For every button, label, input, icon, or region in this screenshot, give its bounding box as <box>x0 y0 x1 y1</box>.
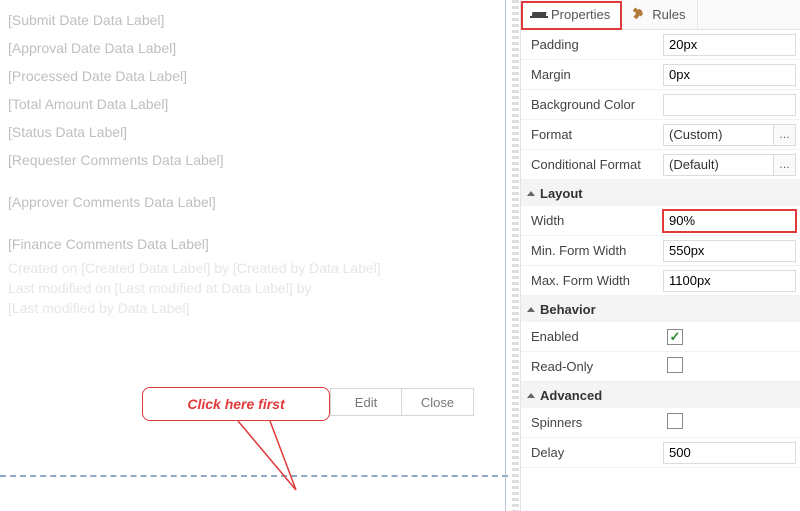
prop-row-maxwidth: Max. Form Width <box>521 266 800 296</box>
tab-label: Properties <box>551 7 610 22</box>
prop-label: Min. Form Width <box>521 243 663 258</box>
chevron-up-icon <box>527 307 535 312</box>
meta-created: Created on [Created Data Label] by [Crea… <box>8 258 484 278</box>
data-label[interactable]: [Requester Comments Data Label] <box>8 146 484 174</box>
prop-label: Enabled <box>521 329 663 344</box>
prop-label: Max. Form Width <box>521 273 663 288</box>
chevron-up-icon <box>527 191 535 196</box>
annotation-callout: Click here first <box>142 387 330 421</box>
prop-row-condformat: Conditional Format (Default) … <box>521 150 800 180</box>
data-label[interactable]: [Approver Comments Data Label] <box>8 188 484 216</box>
tab-properties[interactable]: Properties <box>521 1 622 30</box>
prop-row-padding: Padding <box>521 30 800 60</box>
prop-label: Width <box>521 213 663 228</box>
panel-divider[interactable] <box>512 0 519 511</box>
properties-panel: Properties Rules Padding Margin Backgrou… <box>520 0 800 511</box>
form-canvas[interactable]: [Submit Date Data Label] [Approval Date … <box>0 0 504 511</box>
prop-label: Read-Only <box>521 359 663 374</box>
data-label[interactable]: [Status Data Label] <box>8 118 484 146</box>
canvas-right-edge <box>505 0 506 511</box>
tab-label: Rules <box>652 7 685 22</box>
prop-row-spinners: Spinners <box>521 408 800 438</box>
prop-row-width: Width <box>521 206 800 236</box>
format-picker-button[interactable]: … <box>774 124 796 146</box>
maxwidth-input[interactable] <box>663 270 796 292</box>
close-button[interactable]: Close <box>402 388 474 416</box>
property-grid: Padding Margin Background Color Format (… <box>521 30 800 468</box>
properties-icon <box>532 10 546 20</box>
tab-rules[interactable]: Rules <box>622 0 697 29</box>
width-input[interactable] <box>663 210 796 232</box>
chevron-up-icon <box>527 393 535 398</box>
prop-row-minwidth: Min. Form Width <box>521 236 800 266</box>
button-row: Edit Close <box>330 388 474 416</box>
prop-label: Delay <box>521 445 663 460</box>
prop-row-margin: Margin <box>521 60 800 90</box>
prop-row-delay: Delay <box>521 438 800 468</box>
meta-modified: Last modified on [Last modified at Data … <box>8 278 484 298</box>
rules-icon <box>633 9 647 21</box>
bgcolor-input[interactable] <box>663 94 796 116</box>
margin-input[interactable] <box>663 64 796 86</box>
prop-label: Conditional Format <box>521 157 663 172</box>
meta-modified-by: [Last modified by Data Label] <box>8 298 484 318</box>
data-label[interactable]: [Approval Date Data Label] <box>8 34 484 62</box>
edit-button[interactable]: Edit <box>330 388 402 416</box>
prop-label: Margin <box>521 67 663 82</box>
data-label[interactable]: [Finance Comments Data Label] <box>8 230 484 258</box>
condformat-picker-button[interactable]: … <box>774 154 796 176</box>
prop-row-enabled: Enabled <box>521 322 800 352</box>
delay-input[interactable] <box>663 442 796 464</box>
prop-label: Spinners <box>521 415 663 430</box>
prop-row-format: Format (Custom) … <box>521 120 800 150</box>
readonly-checkbox[interactable] <box>667 357 683 373</box>
canvas-dashed-edge <box>0 475 508 477</box>
enabled-checkbox[interactable] <box>667 329 683 345</box>
data-label[interactable]: [Total Amount Data Label] <box>8 90 484 118</box>
panel-tabs: Properties Rules <box>521 0 800 30</box>
format-input[interactable]: (Custom) <box>663 124 774 146</box>
data-label[interactable]: [Processed Date Data Label] <box>8 62 484 90</box>
minwidth-input[interactable] <box>663 240 796 262</box>
prop-label: Format <box>521 127 663 142</box>
section-advanced[interactable]: Advanced <box>521 382 800 408</box>
padding-input[interactable] <box>663 34 796 56</box>
spinners-checkbox[interactable] <box>667 413 683 429</box>
data-label[interactable]: [Submit Date Data Label] <box>8 6 484 34</box>
prop-label: Background Color <box>521 97 663 112</box>
section-behavior[interactable]: Behavior <box>521 296 800 322</box>
prop-label: Padding <box>521 37 663 52</box>
prop-row-bgcolor: Background Color <box>521 90 800 120</box>
condformat-input[interactable]: (Default) <box>663 154 774 176</box>
section-layout[interactable]: Layout <box>521 180 800 206</box>
prop-row-readonly: Read-Only <box>521 352 800 382</box>
